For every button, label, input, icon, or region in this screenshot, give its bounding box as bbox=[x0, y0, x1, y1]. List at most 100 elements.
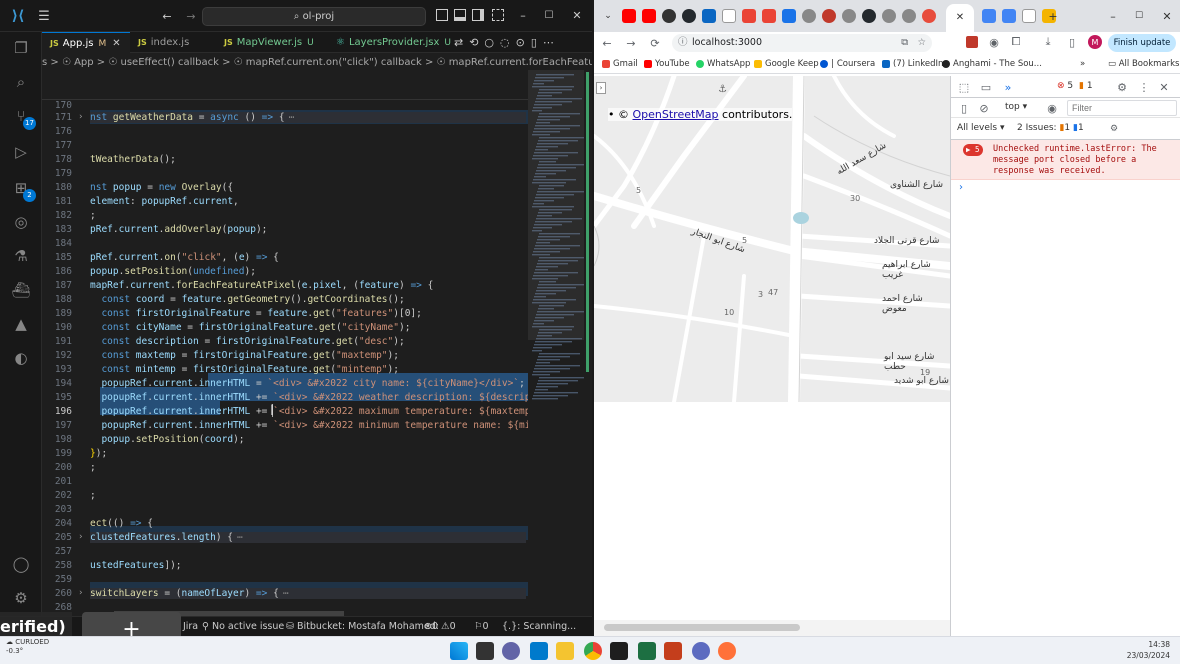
vscode-taskbar-icon[interactable] bbox=[530, 642, 548, 660]
console-prompt[interactable]: › bbox=[959, 182, 963, 193]
ports-status[interactable]: ⚐0 bbox=[474, 617, 489, 636]
system-clock[interactable]: 14:38 23/03/2024 bbox=[1118, 639, 1170, 661]
explorer-icon[interactable]: ❐ bbox=[9, 36, 33, 60]
github-tab-icon[interactable] bbox=[662, 9, 676, 23]
gmail-tab-icon[interactable] bbox=[742, 9, 756, 23]
code-line[interactable]: ; bbox=[90, 490, 96, 501]
bitbucket-status[interactable]: ⛁ Bitbucket: Mostafa Mohamed: bbox=[286, 617, 439, 636]
tab-app-js[interactable]: JS App.js M ✕ bbox=[42, 32, 130, 53]
maximize-icon[interactable]: ☐ bbox=[1132, 9, 1146, 23]
address-bar[interactable]: ⓘ localhost:3000 ⧉ ☆ bbox=[672, 34, 932, 52]
maximize-icon[interactable]: ☐ bbox=[542, 8, 556, 22]
filter-input[interactable] bbox=[1067, 100, 1177, 116]
chrome-taskbar-icon[interactable] bbox=[584, 642, 602, 660]
sidebar-toggle-icon[interactable]: ▯ bbox=[957, 101, 971, 115]
more-tabs-icon[interactable]: » bbox=[1001, 80, 1015, 94]
code-line[interactable]: const mintemp = firstOriginalFeature.get… bbox=[90, 364, 399, 375]
tab-icon[interactable] bbox=[922, 9, 936, 23]
download-icon[interactable]: ⤓ bbox=[1042, 35, 1054, 48]
remote-explorer-icon[interactable]: ◎ bbox=[9, 210, 33, 234]
testing-icon[interactable]: ⚗ bbox=[9, 244, 33, 268]
code-line[interactable]: ; bbox=[90, 462, 96, 473]
new-tab-icon[interactable]: + bbox=[1046, 9, 1060, 23]
app-tab-icon[interactable] bbox=[1002, 9, 1016, 23]
install-app-icon[interactable]: ⧉ bbox=[901, 34, 908, 52]
osm-link[interactable]: OpenStreetMap bbox=[633, 108, 719, 121]
tab-icon[interactable] bbox=[822, 9, 836, 23]
code-line[interactable]: }); bbox=[90, 448, 107, 459]
back-arrow-icon[interactable]: ← bbox=[160, 8, 174, 24]
source-control-icon[interactable]: ⑂ 17 bbox=[9, 104, 36, 130]
code-line[interactable]: ustedFeatures]); bbox=[90, 560, 182, 571]
minimap-viewport[interactable] bbox=[528, 70, 586, 340]
weather-widget[interactable]: ☁ CURLOED -0.3° bbox=[6, 638, 49, 656]
bookmark-star-icon[interactable]: ☆ bbox=[917, 34, 926, 52]
settings-gear-icon[interactable]: ⚙ bbox=[1115, 80, 1129, 94]
minimize-icon[interactable]: – bbox=[1106, 9, 1120, 23]
issues-link[interactable]: 2 Issues: ▮1 ▮1 bbox=[1017, 123, 1084, 133]
site-info-icon[interactable]: ⓘ bbox=[678, 34, 688, 52]
code-line[interactable]: pRef.current.addOverlay(popup); bbox=[90, 224, 267, 235]
terminal-icon[interactable] bbox=[610, 642, 628, 660]
code-line[interactable]: popupRef.current.innerHTML += `<div> &#x… bbox=[90, 420, 528, 431]
code-line[interactable]: mapRef.current.forEachFeatureAtPixel(e.p… bbox=[90, 280, 433, 291]
breadcrumb[interactable]: s > ☉ App > ☉ useEffect() callback > ☉ m… bbox=[42, 55, 592, 70]
tab-layersprovider-jsx[interactable]: ⚛ LayersProvider.jsx U bbox=[328, 32, 451, 53]
map-view[interactable]: ⚓ شارع الشناوى شارع قرنى الجلاد شارع ابر… bbox=[594, 76, 950, 402]
google-tab-icon[interactable] bbox=[1022, 9, 1036, 23]
close-icon[interactable]: ✕ bbox=[112, 38, 120, 49]
teams-icon[interactable] bbox=[502, 642, 520, 660]
log-levels-dropdown[interactable]: All levels ▾ bbox=[957, 123, 1005, 133]
tab-icon[interactable] bbox=[902, 9, 916, 23]
code-line[interactable]: nst getWeatherData = async () => { bbox=[90, 112, 526, 123]
error-counter[interactable]: ⊗ 5 bbox=[1057, 81, 1073, 91]
reload-icon[interactable]: ⟳ bbox=[648, 36, 662, 50]
warning-counter[interactable]: ▮ 1 bbox=[1079, 81, 1093, 91]
app-tab-icon[interactable] bbox=[782, 9, 796, 23]
profile-avatar[interactable]: M bbox=[1088, 35, 1102, 49]
forward-arrow-icon[interactable]: → bbox=[624, 36, 638, 50]
console-settings-icon[interactable]: ⚙ bbox=[1107, 122, 1121, 136]
clear-console-icon[interactable]: ⊘ bbox=[977, 101, 991, 115]
toggle-secondary-sidebar-icon[interactable] bbox=[472, 9, 484, 21]
toggle-sidebar-icon[interactable] bbox=[436, 9, 448, 21]
linkedin-tab-icon[interactable] bbox=[702, 9, 716, 23]
tab-search-icon[interactable]: ⌄ bbox=[602, 10, 614, 22]
bookmark-gmail[interactable]: Gmail bbox=[602, 59, 638, 69]
code-line[interactable]: popupRef.current.innerHTML += `<div> &#x… bbox=[90, 406, 528, 417]
code-line[interactable]: element: popupRef.current, bbox=[90, 196, 239, 207]
code-line[interactable]: const coord = feature.getGeometry().getC… bbox=[90, 294, 404, 305]
more-options-icon[interactable]: ⋮ bbox=[1137, 80, 1151, 94]
settings-app-icon[interactable] bbox=[692, 642, 710, 660]
gmail-tab-icon[interactable] bbox=[762, 9, 776, 23]
vertical-scrollbar[interactable] bbox=[584, 70, 592, 610]
github-tab-icon[interactable] bbox=[862, 9, 876, 23]
tab-icon[interactable] bbox=[882, 9, 896, 23]
task-view-icon[interactable] bbox=[476, 642, 494, 660]
page-horizontal-scrollbar[interactable] bbox=[594, 620, 950, 636]
more-bookmarks-icon[interactable]: » bbox=[1080, 59, 1085, 69]
tab-icon[interactable] bbox=[842, 9, 856, 23]
code-line[interactable]: switchLayers = (nameOfLayer) => { bbox=[90, 588, 526, 599]
code-line[interactable]: popupRef.current.innerHTML = `<div> &#x2… bbox=[90, 378, 524, 389]
file-explorer-icon[interactable] bbox=[556, 642, 574, 660]
fold-chevron-icon[interactable]: › bbox=[79, 532, 83, 542]
powerpoint-icon[interactable] bbox=[664, 642, 682, 660]
atlassian-icon[interactable]: ▲ bbox=[9, 312, 33, 336]
run-debug-icon[interactable]: ▷ bbox=[9, 140, 33, 164]
search-icon[interactable]: ⌕ bbox=[9, 70, 33, 94]
code-line[interactable]: nst popup = new Overlay({ bbox=[90, 182, 233, 193]
close-devtools-icon[interactable]: ✕ bbox=[1157, 80, 1171, 94]
code-line[interactable]: popupRef.current.innerHTML += `<div> &#x… bbox=[90, 392, 528, 403]
active-tab[interactable]: ✕ bbox=[946, 4, 974, 32]
menu-icon[interactable]: ☰ bbox=[36, 8, 52, 24]
close-tab-icon[interactable]: ✕ bbox=[954, 11, 966, 23]
all-bookmarks[interactable]: ▭ All Bookmarks bbox=[1108, 59, 1179, 69]
editor-actions[interactable]: ⇄⟲○◌⊙▯⋯ bbox=[454, 36, 560, 49]
google-tab-icon[interactable] bbox=[722, 9, 736, 23]
tab-icon[interactable] bbox=[802, 9, 816, 23]
code-line[interactable]: ect(() => { bbox=[90, 518, 153, 529]
extension-icon[interactable] bbox=[966, 36, 978, 48]
back-arrow-icon[interactable]: ← bbox=[600, 36, 614, 50]
tab-mapviewer-js[interactable]: JS MapViewer.js U bbox=[216, 32, 328, 53]
